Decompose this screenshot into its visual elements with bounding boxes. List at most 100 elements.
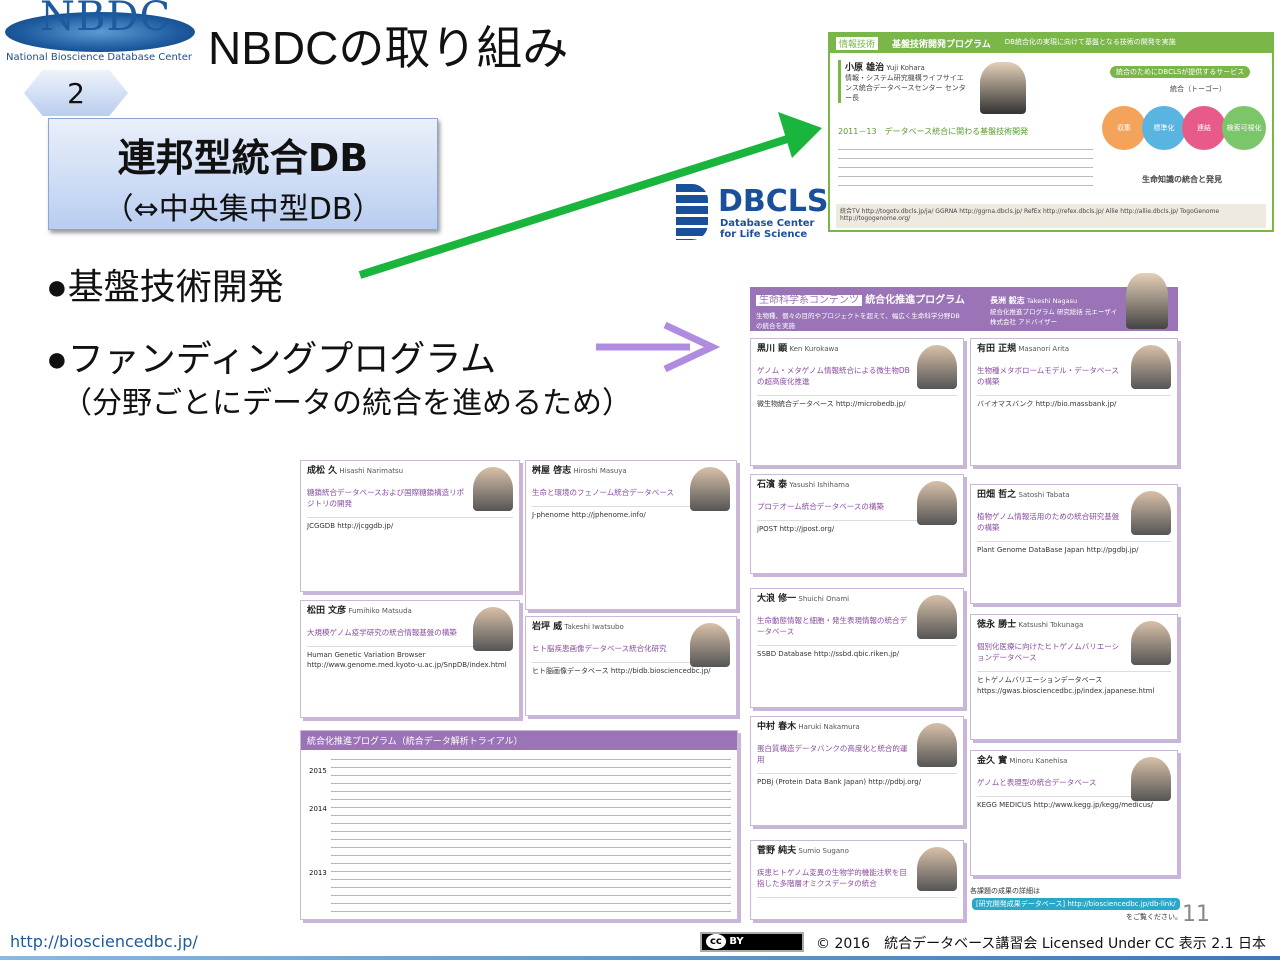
tech-person-name: 小原 雄治: [845, 63, 885, 73]
dbcls-line1: Database Center: [720, 218, 815, 229]
circle-standardize: 標準化: [1142, 106, 1186, 150]
tech-person-photo: [980, 62, 1026, 114]
researcher-photo: [690, 467, 730, 511]
researcher-name-en: Hiroshi Masuya: [573, 467, 627, 475]
researcher-name-en: Yasushi Ishihama: [789, 481, 850, 489]
researcher-name-en: Katsushi Tokunaga: [1018, 621, 1084, 629]
research-topic: 大規模ゲノム疫学研究の統合情報基盤の構築: [307, 627, 457, 637]
researcher-photo: [1131, 491, 1171, 535]
cc-by-badge: cc BY: [700, 932, 804, 952]
life-person-en: Takeshi Nagasu: [1026, 297, 1078, 305]
green-arrow-head: [778, 112, 822, 158]
trial-year-2014: 2014: [309, 805, 327, 813]
life-person: 長洲 毅志 Takeshi Nagasu 統合化推進プログラム 研究総括 元エーザ…: [990, 295, 1120, 326]
researcher-card: 田畑 哲之 Satoshi Tabata 植物ゲノム情報活用のための統合研究基盤の…: [970, 484, 1178, 604]
researcher-card: 菅野 純夫 Sumio Sugano 疾患ヒトゲノム変異の生物学的機能注釈を目指し…: [750, 840, 964, 920]
researcher-name-en: Takeshi Iwatsubo: [564, 623, 624, 631]
researcher-name: 成松 久: [307, 466, 338, 476]
researcher-name: 徳永 勝士: [977, 620, 1017, 630]
researcher-name: 菅野 純夫: [757, 846, 797, 856]
tech-tag: 情報技術: [836, 37, 879, 50]
tech-description-text: [838, 144, 1093, 192]
researcher-name: 石濱 泰: [757, 480, 788, 490]
researcher-photo: [1131, 621, 1171, 665]
researcher-name-en: Minoru Kanehisa: [1009, 757, 1068, 765]
researcher-name: 田畑 哲之: [977, 490, 1017, 500]
tech-links: 統合TV http://togotv.dbcls.jp/ja/ GGRNA ht…: [836, 204, 1266, 228]
researcher-photo: [1131, 757, 1171, 801]
researcher-photo: [917, 847, 957, 891]
research-topic: プロテオーム統合データベースの構築: [757, 501, 884, 511]
database-link[interactable]: SSBD Database http://ssbd.qbic.riken.jp/: [757, 645, 957, 660]
database-link[interactable]: Plant Genome DataBase Japan http://pgdbj…: [977, 541, 1171, 556]
researcher-photo: [917, 345, 957, 389]
research-topic: 糖鎖統合データベースおよび国際糖鎖構造リポジトリの開発: [307, 487, 465, 508]
life-person-photo: [1126, 273, 1168, 329]
researcher-name-en: Hisashi Narimatsu: [339, 467, 404, 475]
tech-period: 2011－13: [838, 127, 877, 136]
researcher-card: 徳永 勝士 Katsushi Tokunaga 個別化医療に向けたヒトゲノムバリエ…: [970, 614, 1178, 740]
life-program-header: 生命科学系コンテンツ 統合化推進プログラム 生物種、個々の目的やプロジェクトを超…: [750, 273, 1178, 331]
database-link[interactable]: 微生物統合データベース http://microbedb.jp/: [757, 395, 957, 410]
life-tag: 生命科学系コンテンツ: [756, 295, 862, 306]
researcher-photo: [917, 723, 957, 767]
researcher-card: 成松 久 Hisashi Narimatsu 糖鎖統合データベースおよび国際糖鎖構…: [300, 460, 520, 592]
researcher-card: 金久 實 Minoru Kanehisa ゲノムと表現型の統合データベース KEGG…: [970, 750, 1178, 876]
researcher-card: 松田 文彦 Fumihiko Matsuda 大規模ゲノム疫学研究の統合情報基盤の…: [300, 600, 520, 718]
database-link[interactable]: [757, 897, 957, 901]
researcher-card: 岩坪 威 Takeshi Iwatsubo ヒト脳疾患画像データベース統合化研究ヒ…: [525, 616, 737, 716]
tech-panel-header: 情報技術 基盤技術開発プログラム DB統合化の実現に向けて基盤となる技術の開発を…: [830, 34, 1272, 53]
researcher-photo: [690, 623, 730, 667]
footer-bar: [0, 956, 1280, 960]
trial-table: 統合化推進プログラム（統合データ解析トライアル） 2015 2014 2013: [300, 730, 738, 920]
life-title: 統合化推進プログラム: [865, 295, 965, 306]
researcher-card: 有田 正規 Masanori Arita 生物種メタボロームモデル・データベースの…: [970, 338, 1178, 466]
trial-year-2015: 2015: [309, 767, 327, 775]
research-topic: 個別化医療に向けたヒトゲノムバリエーションデータベース: [977, 641, 1120, 662]
page-number: 11: [1182, 902, 1210, 927]
trial-year-2013: 2013: [309, 869, 327, 877]
research-topic: 生命動態情報と細胞・発生表現情報の統合データベース: [757, 615, 907, 636]
research-topic: ゲノム・メタゲノム情報統合による微生物DBの超高度化推進: [757, 365, 910, 386]
database-link[interactable]: PDBj (Protein Data Bank Japan) http://pd…: [757, 773, 957, 788]
researcher-name: 金久 實: [977, 756, 1008, 766]
database-link[interactable]: バイオマスバンク http://bio.massbank.jp/: [977, 395, 1171, 410]
trial-title: 統合化推進プログラム（統合データ解析トライアル）: [301, 731, 737, 750]
circle-search: 検索可視化: [1222, 106, 1266, 150]
tech-topic: 2011－13 データベース統合に関わる基盤技術開発: [838, 126, 1028, 137]
researcher-name: 松田 文彦: [307, 606, 347, 616]
database-link[interactable]: ヒトゲノムバリエーションデータベース https://gwas.bioscien…: [977, 671, 1171, 696]
researcher-card: 大浪 修一 Shuichi Onami 生命動態情報と細胞・発生表現情報の統合デー…: [750, 588, 964, 708]
service-circles: 収集 標準化 連結 検索可視化: [1102, 106, 1266, 150]
tech-title: 基盤技術開発プログラム: [892, 40, 991, 50]
license-badge-text: BY: [729, 936, 744, 947]
researcher-name-en: Shuichi Onami: [798, 595, 850, 603]
researcher-card: 桝屋 啓志 Hiroshi Masuya 生命と環境のフェノーム統合データベース J…: [525, 460, 737, 610]
database-link[interactable]: JCGGDB http://jcggdb.jp/: [307, 517, 513, 532]
tech-desc: DB統合化の実現に向けて基盤となる技術の開発を実施: [1004, 38, 1176, 46]
tech-program-panel: 情報技術 基盤技術開発プログラム DB統合化の実現に向けて基盤となる技術の開発を…: [828, 32, 1274, 232]
researcher-card: 中村 春木 Haruki Nakamura 蛋白質構造データバンクの高度化と統合的…: [750, 716, 964, 826]
researcher-name: 岩坪 威: [532, 622, 563, 632]
service-result: 生命知識の統合と発見: [1142, 175, 1222, 184]
db-link[interactable]: [研究開発成果データベース] http://biosciencedbc.jp/d…: [972, 898, 1180, 910]
copyright: © 2016 統合データベース講習会 Licensed Under CC 表示 …: [816, 936, 1266, 952]
researcher-card: 石濱 泰 Yasushi Ishihama プロテオーム統合データベースの構築 jP…: [750, 474, 964, 574]
dbcls-line2: for Life Science: [720, 229, 808, 240]
service-title: 統合のためにDBCLSが提供するサービス: [1110, 66, 1251, 78]
service-sub: 統合（トーゴー）: [1170, 85, 1226, 93]
researcher-name: 中村 春木: [757, 722, 797, 732]
circle-collect: 収集: [1102, 106, 1146, 150]
research-topic: ゲノムと表現型の統合データベース: [977, 777, 1097, 787]
researcher-photo: [1131, 345, 1171, 389]
dbcls-sub: Database Center for Life Science: [720, 218, 814, 240]
footer-url[interactable]: http://biosciencedbc.jp/: [10, 932, 198, 951]
researcher-name: 桝屋 啓志: [532, 466, 572, 476]
footer-note-1: 各課題の成果の詳細は: [970, 887, 1040, 895]
dbcls-name: DBCLS: [718, 184, 829, 219]
researcher-name: 有田 正規: [977, 344, 1017, 354]
researcher-name-en: Fumihiko Matsuda: [348, 607, 412, 615]
life-person-name: 長洲 毅志: [990, 296, 1025, 305]
researcher-photo: [473, 607, 513, 651]
tech-topic-text: データベース統合に関わる基盤技術開発: [884, 127, 1029, 136]
